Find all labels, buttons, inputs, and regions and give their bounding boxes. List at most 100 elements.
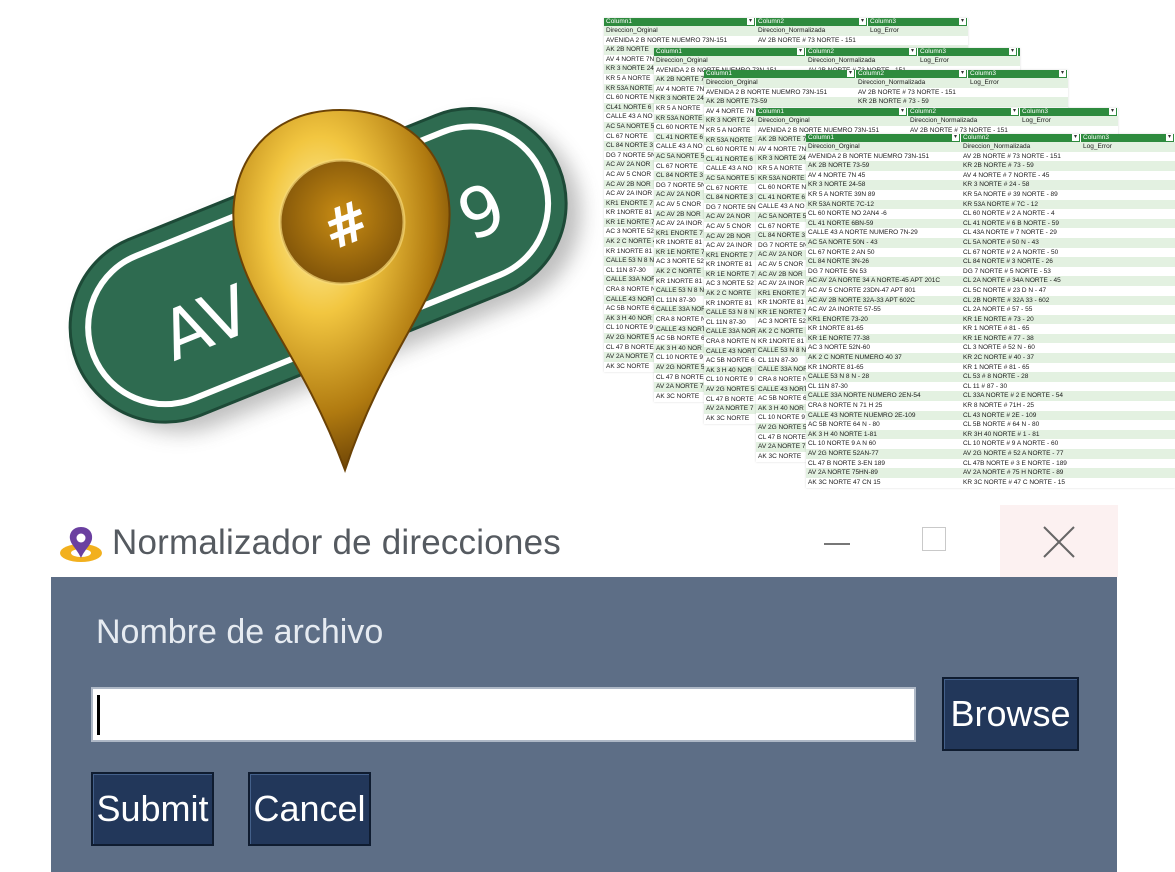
spreadsheet-layer: Column1Column2Column3Direccion_OrginalDi… — [806, 134, 1175, 488]
column-header[interactable]: Column3 — [1020, 108, 1118, 116]
table-cell: Log_Error — [920, 57, 949, 64]
table-row: KR 1NORTE 81-65 KR 1 NORTE # 81 - 65 — [806, 362, 1175, 373]
table-cell — [1081, 267, 1175, 277]
table-cell — [868, 36, 968, 46]
table-cell: AV 2B NORTE # 73 NORTE - 151 — [858, 88, 956, 96]
column-header[interactable]: Column1 — [806, 134, 961, 142]
table-cell: CL 33A NORTE # 2 E NORTE - 54 — [963, 392, 1063, 400]
column-header[interactable]: Column1 — [704, 70, 856, 78]
table-cell: Direccion_Normalizada — [758, 27, 826, 34]
column-header[interactable]: Column1 — [604, 18, 756, 26]
table-cell: CL 67 NORTE 2 AN 50 — [808, 248, 875, 256]
table-cell: KR 1E NORTE # 77 - 38 — [963, 334, 1034, 342]
table-row: AC AV 2A INORTE 57-55 CL 2A NORTE # 57 - … — [806, 305, 1175, 315]
table-row: CRA 8 NORTE N 71 H 25 KR 8 NORTE # 71H - … — [806, 401, 1175, 411]
table-row: Direccion_Orginal Direccion_Normalizada Lo… — [654, 56, 1020, 66]
table-cell: KR 3H 40 NORTE # 1 - 81 — [963, 430, 1040, 438]
table-cell: Direccion_Orginal — [656, 57, 708, 64]
table-row: AVENIDA 2 B NORTE NUEMRO 73N-151 AV 2B NO… — [704, 87, 1068, 98]
table-row: KR 1E NORTE 77-38 KR 1E NORTE # 77 - 38 — [806, 333, 1175, 344]
column-header[interactable]: Column2 — [908, 108, 1020, 116]
table-cell — [1081, 459, 1175, 469]
column-header[interactable]: Column3 — [868, 18, 968, 26]
file-name-input[interactable] — [91, 687, 916, 742]
table-cell: Log_Error — [870, 27, 899, 34]
table-cell: KR 1E NORTE 77-38 — [808, 334, 870, 342]
minimize-button[interactable] — [790, 505, 882, 577]
submit-button[interactable]: Submit — [91, 772, 214, 846]
table-cell — [1081, 478, 1175, 488]
table-cell: CL 5B NORTE # 64 N - 80 — [963, 421, 1040, 429]
table-cell: KR 5A NORTE # 39 NORTE - 89 — [963, 190, 1058, 198]
browse-button[interactable]: Browse — [942, 677, 1079, 751]
table-cell: AK 2B NORTE 73-59 — [808, 162, 870, 170]
table-cell — [1081, 468, 1175, 478]
table-cell: CL 2B NORTE # 32A 33 - 602 — [963, 296, 1050, 304]
table-row: CL 47 B NORTE 3-EN 189 CL 47B NORTE # 3 E… — [806, 458, 1175, 469]
table-cell — [1081, 209, 1175, 219]
window-title: Normalizador de direcciones — [112, 523, 561, 562]
table-cell — [1081, 382, 1175, 392]
table-row: AV 2A NORTE 75HN-89 AV 2A NORTE # 75 H NO… — [806, 468, 1175, 478]
table-cell: AC AV 5 CNORTE 23DN-47 APT 801 — [808, 286, 916, 294]
close-button[interactable] — [1000, 505, 1118, 577]
table-cell: AK 3 H 40 NORTE 1-81 — [808, 430, 877, 438]
cancel-button[interactable]: Cancel — [248, 772, 371, 846]
table-cell: CALLE 43 NORTE NUEMRO 2E-109 — [808, 411, 916, 419]
table-row: AVENIDA 2 B NORTE NUEMRO 73N-151 AV 2B NO… — [604, 35, 968, 46]
table-row: KR 53A NORTE 7C-12 KR 53A NORTE # 7C - 12 — [806, 199, 1175, 210]
table-cell: AK 2 C NORTE NUMERO 40 37 — [808, 354, 902, 362]
table-cell: CALLE 53 N 8 N - 28 — [808, 373, 870, 381]
table-cell: CL 41 NORTE 6BN-59 — [808, 219, 874, 227]
table-cell — [1081, 276, 1175, 286]
table-cell: AC 5A NORTE 50N - 43 — [808, 238, 878, 246]
table-row: AC 3 NORTE 52N-60 CL 3 NORTE # 52 N - 60 — [806, 343, 1175, 354]
table-cell — [1081, 363, 1175, 373]
table-cell — [1081, 401, 1175, 411]
table-row: AC 5A NORTE 50N - 43 CL 5A NORTE # 50 N -… — [806, 237, 1175, 248]
maximize-button[interactable] — [896, 505, 974, 577]
table-cell — [1081, 228, 1175, 238]
close-icon — [1043, 526, 1075, 558]
table-row: KR 1NORTE 81-65 KR 1 NORTE # 81 - 65 — [806, 324, 1175, 334]
table-row: AK 3C NORTE 47 CN 15 KR 3C NORTE # 47 C N… — [806, 477, 1175, 488]
table-cell: CL 2A NORTE # 34A NORTE - 45 — [963, 277, 1061, 285]
column-header[interactable]: Column2 — [756, 18, 868, 26]
table-row: AK 3 H 40 NORTE 1-81 KR 3H 40 NORTE # 1 -… — [806, 429, 1175, 440]
column-header[interactable]: Column3 — [918, 48, 1018, 56]
table-cell: Direccion_Orginal — [808, 143, 860, 150]
location-pin-icon: # — [232, 108, 451, 473]
column-header[interactable]: Column2 — [856, 70, 968, 78]
table-cell: CL 43A NORTE # 7 NORTE - 29 — [963, 229, 1057, 237]
column-header[interactable]: Column1 — [756, 108, 908, 116]
table-cell: KR 3 NORTE # 24 - 58 — [963, 181, 1030, 189]
table-cell: KR 1 NORTE # 81 - 65 — [963, 363, 1030, 371]
table-cell — [968, 97, 1068, 107]
table-row: CL 41 NORTE 6BN-59 CL 41 NORTE # 6 B NORT… — [806, 218, 1175, 229]
column-header[interactable]: Column3 — [968, 70, 1068, 78]
table-cell — [1081, 219, 1175, 229]
column-header[interactable]: Column1 — [654, 48, 806, 56]
table-cell — [1081, 372, 1175, 382]
table-row: AVENIDA 2 B NORTE NUEMRO 73N-151 AV 2B NO… — [806, 151, 1175, 162]
table-cell: KR 2B NORTE # 73 - 59 — [963, 162, 1034, 170]
table-cell — [1081, 286, 1175, 296]
column-header[interactable]: Column2 — [961, 134, 1081, 142]
column-header[interactable]: Column2 — [806, 48, 918, 56]
table-cell: AV 4 NORTE 7N 45 — [808, 171, 866, 179]
table-cell: CALLE 43 A NORTE NUMERO 7N-29 — [808, 229, 918, 237]
table-row: KR1 ENORTE 73-20 KR 1E NORTE # 73 - 20 — [806, 314, 1175, 325]
table-cell: Direccion_Normalizada — [808, 57, 876, 64]
table-cell: CL 43 NORTE # 2E - 109 — [963, 411, 1037, 419]
table-cell: KR 1NORTE 81-65 — [808, 325, 864, 333]
table-cell — [1081, 353, 1175, 363]
table-row: CALLE 33A NORTE NUMERO 2EN-54 CL 33A NORT… — [806, 391, 1175, 402]
table-cell — [1081, 190, 1175, 200]
table-row: AC AV 2B NORTE 32A-33 APT 602C CL 2B NORT… — [806, 295, 1175, 306]
table-cell — [1081, 200, 1175, 210]
table-cell: Direccion_Orginal — [606, 27, 658, 34]
table-cell: AC AV 2A NORTE 34 A NORTE-45 APT 201C — [808, 277, 941, 285]
table-row: CALLE 53 N 8 N - 28 CL 53 # 8 NORTE - 28 — [806, 372, 1175, 382]
table-row: CL 60 NORTE NO 2AN4 -6 CL 60 NORTE # 2 A … — [806, 209, 1175, 219]
column-header[interactable]: Column3 — [1081, 134, 1175, 142]
